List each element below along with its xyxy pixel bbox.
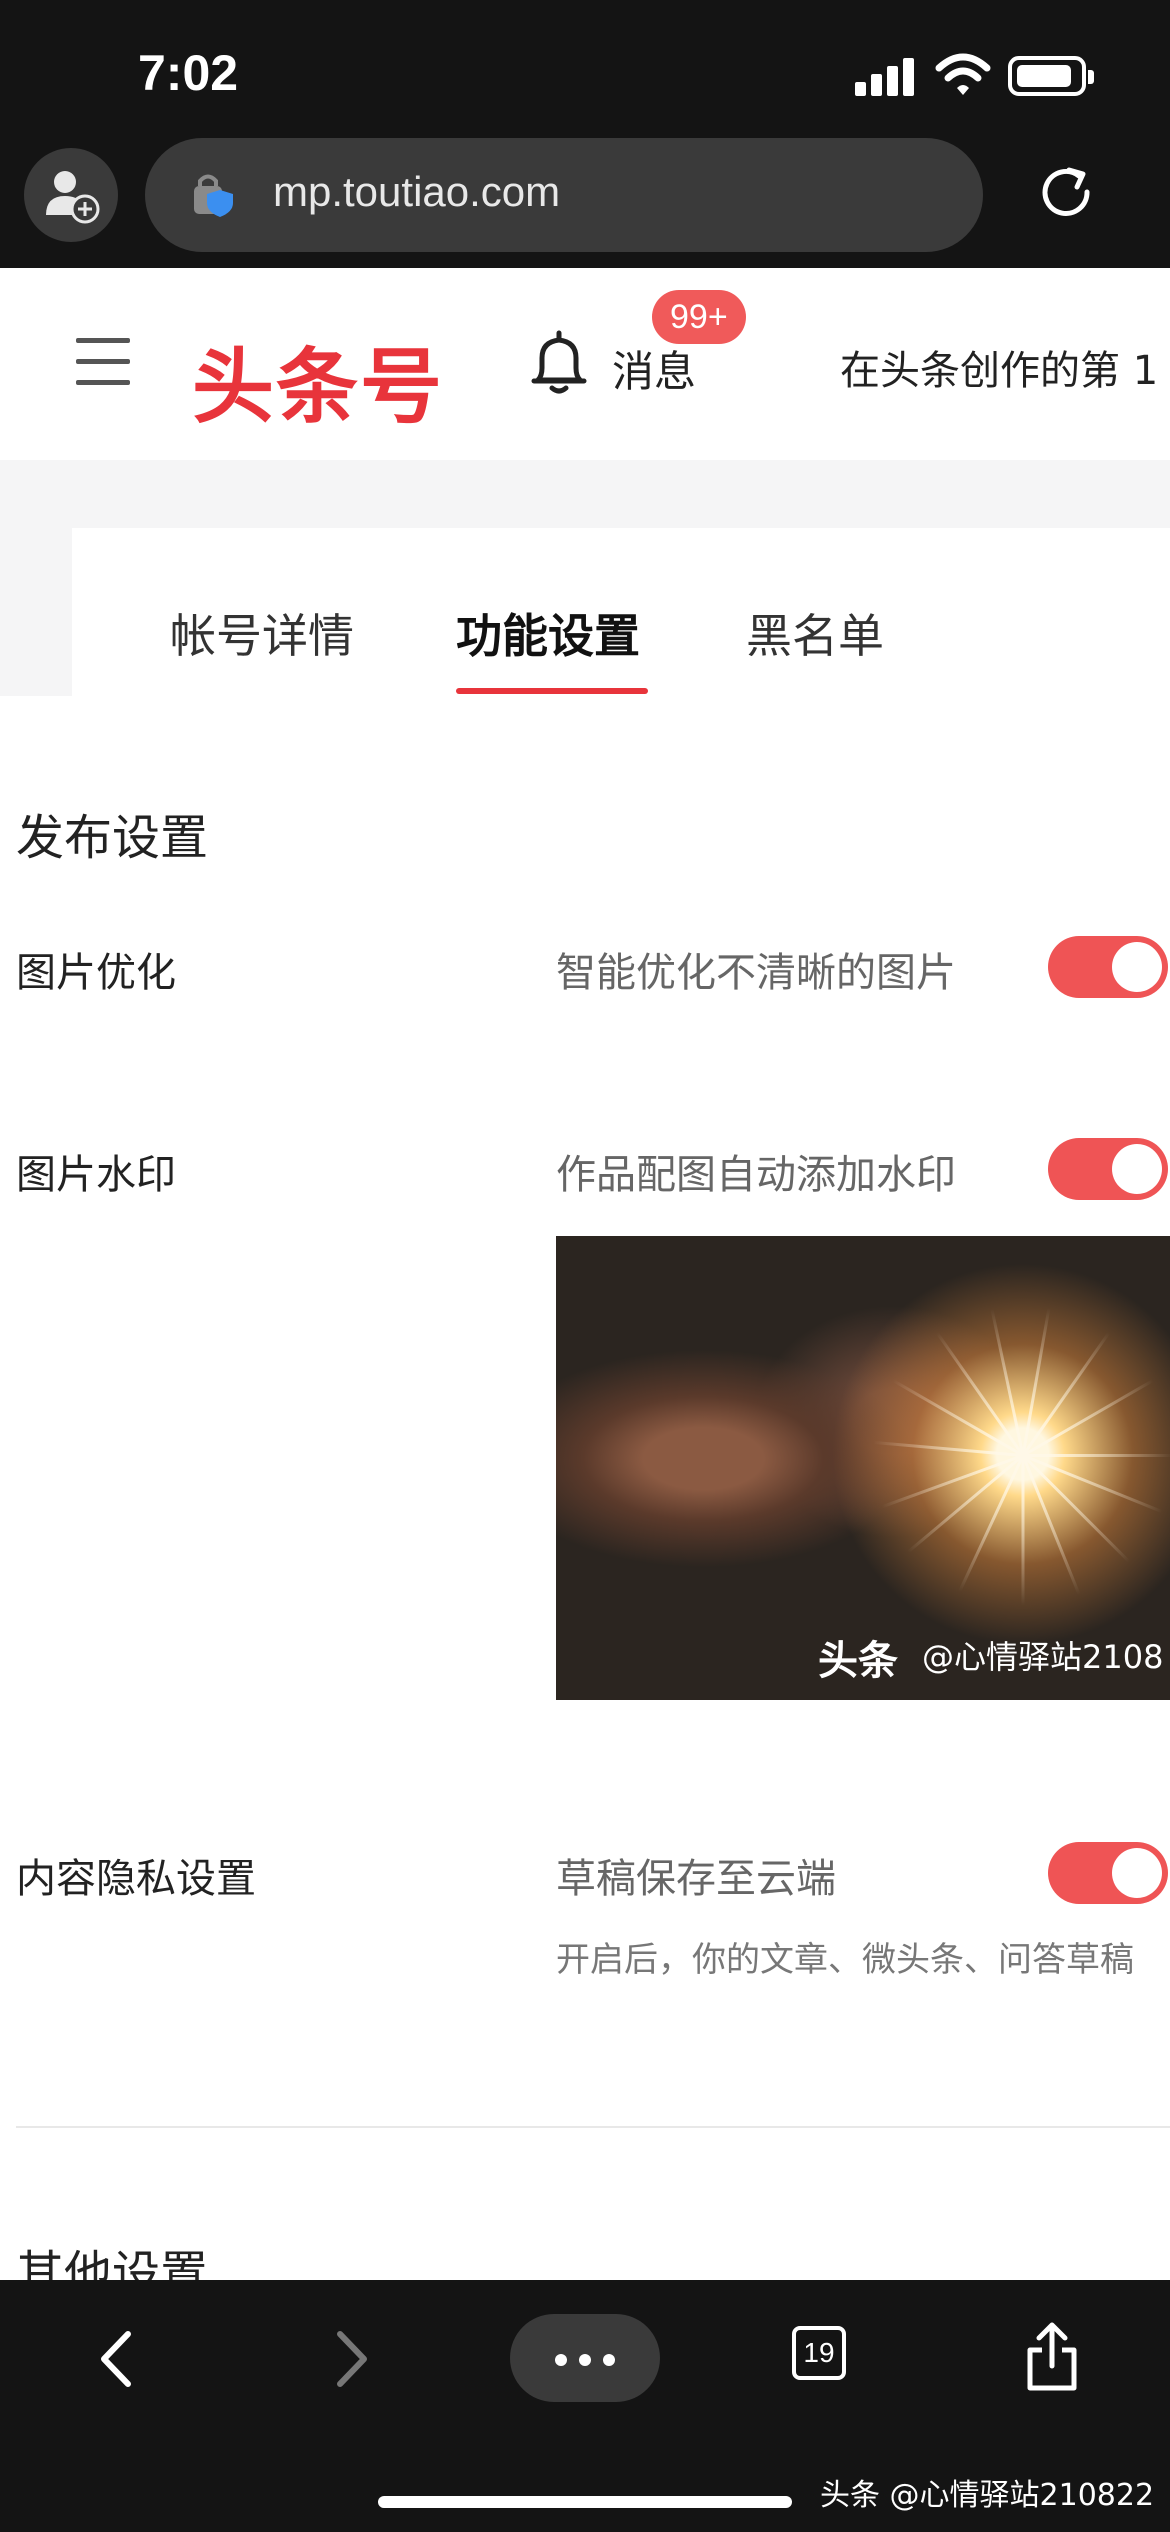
add-user-icon xyxy=(46,171,100,224)
cloud-draft-toggle[interactable] xyxy=(1048,1842,1168,1904)
image-watermark-description: 作品配图自动添加水印 xyxy=(556,1152,956,1198)
section-divider xyxy=(16,2126,1170,2128)
content-privacy-note: 开启后，你的文章、微头条、问答草稿 xyxy=(556,1940,1134,1980)
watermark-preview-image: 头条 @心情驿站2108 xyxy=(556,1236,1170,1700)
content-privacy-description: 草稿保存至云端 xyxy=(556,1856,836,1902)
tab-account-details[interactable]: 帐号详情 xyxy=(170,600,354,666)
profile-add-button[interactable] xyxy=(24,148,118,242)
reload-icon[interactable] xyxy=(1035,162,1099,226)
url-text: mp.toutiao.com xyxy=(273,168,561,215)
tab-blacklist[interactable]: 黑名单 xyxy=(746,600,884,666)
image-watermark-toggle[interactable] xyxy=(1048,1138,1168,1200)
image-optimization-toggle[interactable] xyxy=(1048,936,1168,998)
wifi-icon xyxy=(935,53,991,95)
page-watermark: 头条 @心情驿站210822 xyxy=(820,2478,1155,2513)
publish-settings-title: 发布设置 xyxy=(16,810,209,866)
image-optimization-description: 智能优化不清晰的图片 xyxy=(556,950,956,996)
image-optimization-label: 图片优化 xyxy=(16,950,176,996)
share-icon[interactable] xyxy=(1022,2320,1082,2394)
settings-tabs: 帐号详情 功能设置 黑名单 xyxy=(72,528,1170,696)
cellular-signal-icon xyxy=(855,58,915,96)
toutiaohao-logo[interactable]: 头条号 xyxy=(192,320,444,439)
settings-content: 发布设置 图片优化 智能优化不清晰的图片 图片水印 作品配图自动添加水印 头条 … xyxy=(0,696,1170,2280)
image-watermark-label: 图片水印 xyxy=(16,1152,176,1198)
bell-icon[interactable] xyxy=(526,328,592,398)
site-header: 头条号 消息 99+ 在头条创作的第 1 xyxy=(0,268,1170,460)
privacy-shield-icon xyxy=(194,174,233,217)
more-options-button[interactable] xyxy=(510,2314,660,2402)
address-bar[interactable]: mp.toutiao.com xyxy=(145,138,983,252)
browser-top-bar: 7:02 mp.toutiao.com xyxy=(0,0,1170,268)
battery-icon xyxy=(1008,56,1094,96)
watermark-logo: 头条 xyxy=(818,1638,898,1684)
watermark-handle: @心情驿站2108 xyxy=(922,1638,1164,1676)
active-tab-indicator xyxy=(456,688,648,694)
menu-icon[interactable] xyxy=(76,338,130,386)
sparkler-graphic xyxy=(873,1307,1170,1606)
back-icon[interactable] xyxy=(86,2324,146,2394)
header-slogan: 在头条创作的第 1 xyxy=(840,348,1159,394)
status-time: 7:02 xyxy=(138,45,239,101)
forward-icon[interactable] xyxy=(322,2324,382,2394)
home-indicator[interactable] xyxy=(378,2496,792,2508)
messages-link[interactable]: 消息 xyxy=(612,338,696,399)
messages-count-badge: 99+ xyxy=(652,290,746,344)
content-privacy-label: 内容隐私设置 xyxy=(16,1856,256,1902)
other-settings-title: 其他设置 xyxy=(16,2246,209,2280)
tab-feature-settings[interactable]: 功能设置 xyxy=(456,600,640,666)
tabs-count-button[interactable]: 19 xyxy=(792,2326,846,2380)
